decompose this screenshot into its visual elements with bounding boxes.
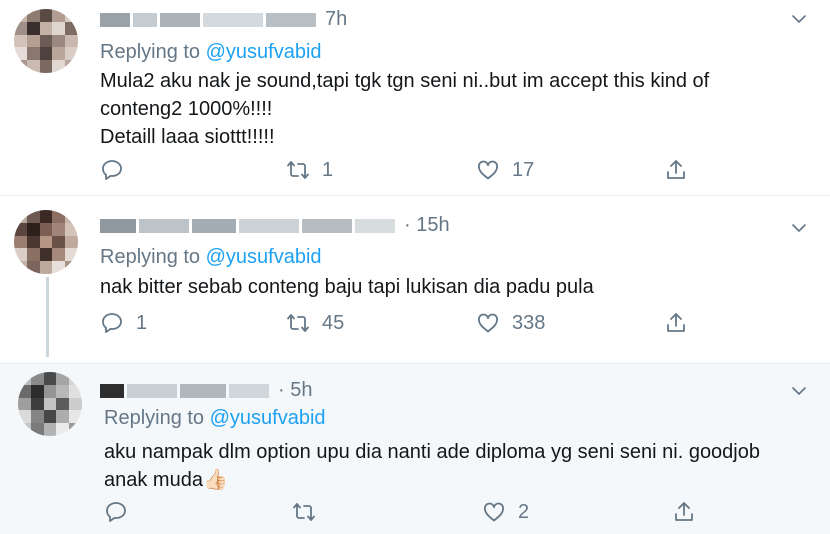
like-button[interactable]: 2 bbox=[482, 500, 529, 524]
retweet-button[interactable]: 1 bbox=[286, 158, 333, 182]
reply-button[interactable] bbox=[104, 500, 140, 524]
tweet-3[interactable]: · 5h Replying to @yusufvabid aku nampak … bbox=[0, 363, 830, 534]
timestamp[interactable]: · 5h bbox=[278, 379, 312, 402]
avatar[interactable] bbox=[14, 210, 78, 274]
chevron-down-icon[interactable] bbox=[790, 382, 808, 400]
reply-handle-link[interactable]: @yusufvabid bbox=[206, 246, 322, 268]
reply-button[interactable]: 1 bbox=[100, 311, 147, 335]
like-icon bbox=[478, 313, 498, 333]
tweet-text: aku nampak dlm option upu dia nanti ade … bbox=[104, 441, 760, 491]
reply-icon bbox=[102, 160, 122, 180]
share-button[interactable] bbox=[672, 500, 696, 524]
retweet-button[interactable] bbox=[292, 500, 328, 524]
timestamp[interactable]: · 15h bbox=[404, 214, 450, 237]
like-button[interactable]: 17 bbox=[476, 158, 534, 182]
like-icon bbox=[484, 502, 504, 522]
share-button[interactable] bbox=[664, 158, 688, 182]
tweet-2[interactable]: · 15h Replying to @yusufvabid nak bitter… bbox=[0, 197, 830, 362]
tweet-actions: 1 17 bbox=[100, 158, 700, 188]
retweet-button[interactable]: 45 bbox=[286, 311, 344, 335]
tweet-actions: 2 bbox=[100, 500, 700, 530]
chevron-down-icon[interactable] bbox=[790, 219, 808, 237]
reply-button[interactable] bbox=[100, 158, 136, 182]
tweet-header: · 5h bbox=[100, 379, 312, 402]
tweet-header: 7h bbox=[100, 8, 347, 31]
avatar[interactable] bbox=[14, 9, 78, 73]
tweet-header: · 15h bbox=[100, 214, 450, 237]
reply-icon bbox=[106, 502, 126, 522]
tweet-actions: 1 45 338 bbox=[100, 311, 700, 341]
retweet-icon bbox=[287, 314, 309, 332]
blurred-display-name[interactable] bbox=[100, 12, 130, 27]
share-icon bbox=[667, 160, 685, 179]
retweet-icon bbox=[293, 503, 315, 521]
reply-handle-link[interactable]: @yusufvabid bbox=[210, 407, 326, 429]
tweet-text: nak bitter sebab conteng baju tapi lukis… bbox=[100, 276, 594, 298]
tweet-text: Mula2 aku nak je sound,tapi tgk tgn seni… bbox=[100, 70, 710, 148]
timestamp[interactable]: 7h bbox=[325, 8, 347, 31]
thread-connector bbox=[46, 277, 49, 357]
replying-to: Replying to @yusufvabid bbox=[100, 246, 322, 268]
blurred-display-name[interactable] bbox=[100, 218, 136, 233]
tweet-1[interactable]: 7h Replying to @yusufvabid Mula2 aku nak… bbox=[0, 0, 830, 196]
like-icon bbox=[478, 160, 498, 180]
blurred-display-name[interactable] bbox=[100, 383, 124, 398]
share-icon bbox=[667, 313, 685, 332]
reply-icon bbox=[102, 313, 122, 333]
avatar[interactable] bbox=[18, 372, 82, 436]
reply-handle-link[interactable]: @yusufvabid bbox=[206, 41, 322, 63]
replying-to: Replying to @yusufvabid bbox=[100, 41, 322, 63]
share-icon bbox=[675, 502, 693, 521]
like-button[interactable]: 338 bbox=[476, 311, 545, 335]
retweet-icon bbox=[287, 161, 309, 179]
replying-to: Replying to @yusufvabid bbox=[104, 407, 326, 429]
share-button[interactable] bbox=[664, 311, 688, 335]
chevron-down-icon[interactable] bbox=[790, 10, 808, 28]
